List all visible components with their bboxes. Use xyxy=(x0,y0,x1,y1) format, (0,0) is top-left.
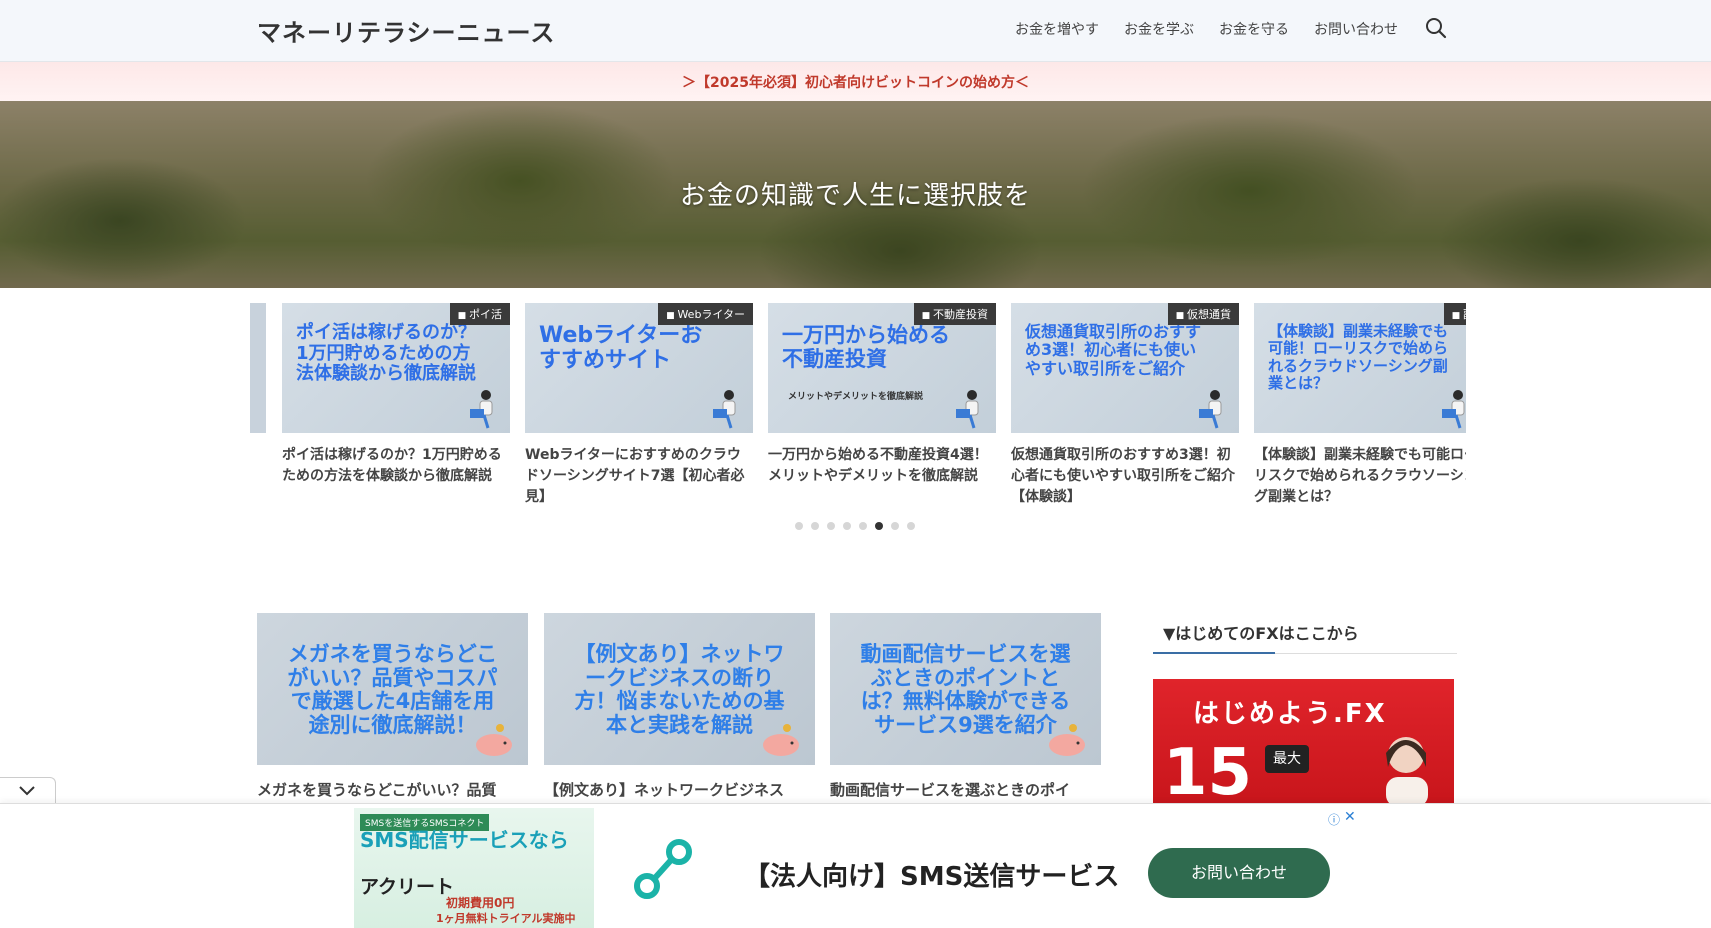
ad-container[interactable]: SMSを送信するSMSコネクト SMS配信サービスなら アクリート 初期費用0円… xyxy=(354,808,1360,928)
nav-item-increase[interactable]: お金を増やす xyxy=(1015,19,1099,39)
category-badge[interactable]: Webライター xyxy=(658,303,753,325)
post-thumbnail[interactable]: 動画配信サービスを選ぶときのポイントとは？無料体験ができるサービス9選を紹介 xyxy=(830,613,1101,765)
carousel-slide[interactable]: 一万円から始める不動産投資 メリットやデメリットを徹底解説 不動産投資 一万円か… xyxy=(768,303,996,487)
woman-portrait-icon xyxy=(1386,737,1428,807)
carousel-slide[interactable]: 仮想通貨取引所のおすすめ3選！初心者にも使いやすい取引所をご紹介 仮想通貨 仮想… xyxy=(1011,303,1239,508)
site-header: マネーリテラシーニュース お金を増やす お金を学ぶ お金を守る お問い合わせ xyxy=(0,0,1711,62)
post-title[interactable]: 【例文あり】ネットワークビジネス xyxy=(544,779,815,800)
search-icon[interactable] xyxy=(1425,17,1447,39)
person-laptop-icon xyxy=(956,390,979,429)
piggy-bank-icon xyxy=(1049,724,1085,756)
hero-banner: お金の知識で人生に選択肢を xyxy=(0,101,1711,288)
sidebar-heading-underline xyxy=(1153,652,1275,654)
carousel-dot[interactable] xyxy=(811,522,819,530)
hero-title: お金の知識で人生に選択肢を xyxy=(679,181,1031,211)
fx-banner-badge: 最大 xyxy=(1265,745,1309,773)
post-thumbnail[interactable]: 【例文あり】ネットワークビジネスの断り方！悩まないための基本と実践を解説 xyxy=(544,613,815,765)
ad-title[interactable]: 【法人向け】SMS送信サービス xyxy=(744,856,1119,893)
featured-carousel[interactable]: ポイ活は稼げるのか？1万円貯めるための方法体験談から徹底解説 ポイ活 ポイ活は稼… xyxy=(250,303,1466,513)
bottom-ad-bar: SMSを送信するSMSコネクト SMS配信サービスなら アクリート 初期費用0円… xyxy=(0,803,1711,928)
slide-thumb-subtext: メリットやデメリットを徹底解説 xyxy=(788,392,924,402)
carousel-dot[interactable] xyxy=(827,522,835,530)
carousel-slide[interactable]: ポイ活は稼げるのか？1万円貯めるための方法体験談から徹底解説 ポイ活 ポイ活は稼… xyxy=(282,303,510,487)
ad-collapse-toggle[interactable] xyxy=(0,777,56,803)
ad-image-main: SMS配信サービスなら xyxy=(360,828,569,852)
post-title[interactable]: 動画配信サービスを選ぶときのポイ xyxy=(830,779,1101,800)
person-laptop-icon xyxy=(713,390,736,429)
slide-thumbnail[interactable]: 仮想通貨取引所のおすすめ3選！初心者にも使いやすい取引所をご紹介 仮想通貨 xyxy=(1011,303,1239,433)
slide-thumb-text: 【体験談】副業未経験でも可能！ローリスクで始められるクラウドソーシング副業とは？ xyxy=(1268,322,1449,392)
carousel-dot[interactable] xyxy=(859,522,867,530)
slide-thumbnail[interactable]: 【体験談】副業未経験でも可能！ローリスクで始められるクラウドソーシング副業とは？… xyxy=(1254,303,1466,433)
carousel-pagination xyxy=(795,522,923,530)
carousel-dot[interactable] xyxy=(891,522,899,530)
slide-thumbnail[interactable]: Webライターおすすめサイト Webライター xyxy=(525,303,753,433)
ad-image-sub: アクリート xyxy=(360,876,455,898)
person-laptop-icon xyxy=(470,390,493,429)
post-card[interactable]: 動画配信サービスを選ぶときのポイントとは？無料体験ができるサービス9選を紹介 動… xyxy=(830,613,1101,800)
post-thumb-text: 動画配信サービスを選ぶときのポイントとは？無料体験ができるサービス9選を紹介 xyxy=(860,642,1071,737)
notice-link[interactable]: ＞【2025年必須】初心者向けビットコインの始め方＜ xyxy=(682,72,1029,92)
slide-title[interactable]: 【体験談】副業未経験でも可能ローリスクで始められるクラウソーシング副業とは？ xyxy=(1254,445,1466,508)
post-card[interactable]: メガネを買うならどこがいい？品質やコスパで厳選した4店舗を用途別に徹底解説！ メ… xyxy=(257,613,528,800)
notice-bar: ＞【2025年必須】初心者向けビットコインの始め方＜ xyxy=(0,62,1711,101)
post-title[interactable]: メガネを買うならどこがいい？品質 xyxy=(257,779,528,800)
slide-thumb-text: Webライターおすすめサイト xyxy=(539,323,703,374)
slide-title[interactable]: Webライターにおすすめのクラウドソーシングサイト7選【初心者必見】 xyxy=(525,445,753,508)
person-laptop-icon xyxy=(1199,390,1222,429)
fx-banner-headline: はじめよう.FX xyxy=(1193,699,1387,729)
carousel-slide[interactable]: 【体験談】副業未経験でも可能！ローリスクで始められるクラウドソーシング副業とは？… xyxy=(1254,303,1466,508)
ad-close-icon[interactable]: ✕ xyxy=(1344,809,1356,825)
piggy-bank-icon xyxy=(763,724,799,756)
slide-thumb-text: 仮想通貨取引所のおすすめ3選！初心者にも使いやすい取引所をご紹介 xyxy=(1025,322,1202,378)
carousel-dot-active[interactable] xyxy=(875,522,883,530)
carousel-dot[interactable] xyxy=(843,522,851,530)
slide-partial-left[interactable] xyxy=(250,303,266,433)
post-thumb-text: 【例文あり】ネットワークビジネスの断り方！悩まないための基本と実践を解説 xyxy=(574,642,785,737)
slide-thumbnail[interactable]: ポイ活は稼げるのか？1万円貯めるための方法体験談から徹底解説 ポイ活 xyxy=(282,303,510,433)
category-badge[interactable]: 仮想通貨 xyxy=(1167,303,1239,325)
category-badge[interactable]: 副 xyxy=(1443,303,1466,325)
ad-image[interactable]: SMSを送信するSMSコネクト SMS配信サービスなら アクリート 初期費用0円… xyxy=(354,808,594,928)
slide-title[interactable]: 仮想通貨取引所のおすすめ3選！初心者にも使いやすい取引所をご紹介【体験談】 xyxy=(1011,445,1239,508)
sidebar-heading-text: ▼はじめてのFXはここから xyxy=(1163,624,1359,643)
slide-thumb-text: 一万円から始める不動産投資 xyxy=(782,323,950,372)
carousel-dot[interactable] xyxy=(907,522,915,530)
post-card[interactable]: 【例文あり】ネットワークビジネスの断り方！悩まないための基本と実践を解説 【例文… xyxy=(544,613,815,800)
carousel-slide[interactable]: Webライターおすすめサイト Webライター Webライターにおすすめのクラウド… xyxy=(525,303,753,508)
slide-title[interactable]: ポイ活は稼げるのか？1万円貯めるための方法を体験談から徹底解説 xyxy=(282,445,510,487)
post-thumbnail[interactable]: メガネを買うならどこがいい？品質やコスパで厳選した4店舗を用途別に徹底解説！ xyxy=(257,613,528,765)
piggy-bank-icon xyxy=(476,724,512,756)
nav-item-contact[interactable]: お問い合わせ xyxy=(1314,19,1398,39)
sidebar-heading: ▼はじめてのFXはここから xyxy=(1153,620,1457,654)
ad-logo-icon xyxy=(634,839,692,899)
nav-item-learn[interactable]: お金を学ぶ xyxy=(1124,19,1194,39)
ad-info-icon[interactable]: ⓘ xyxy=(1328,811,1340,828)
carousel-dot[interactable] xyxy=(795,522,803,530)
slide-thumbnail[interactable]: 一万円から始める不動産投資 メリットやデメリットを徹底解説 不動産投資 xyxy=(768,303,996,433)
site-title[interactable]: マネーリテラシーニュース xyxy=(257,13,555,48)
ad-contact-button[interactable]: お問い合わせ xyxy=(1148,848,1330,898)
category-badge[interactable]: ポイ活 xyxy=(449,303,510,325)
fx-ad-banner[interactable]: はじめよう.FX 15 最大 xyxy=(1153,679,1454,807)
slide-thumb-text: ポイ活は稼げるのか？1万円貯めるための方法体験談から徹底解説 xyxy=(296,322,476,385)
nav-item-protect[interactable]: お金を守る xyxy=(1219,19,1289,39)
main-nav: お金を増やす お金を学ぶ お金を守る お問い合わせ xyxy=(1015,19,1423,39)
chevron-down-icon xyxy=(19,786,35,796)
category-badge[interactable]: 不動産投資 xyxy=(913,303,996,325)
ad-image-price: 初期費用0円 xyxy=(446,896,515,910)
post-thumb-text: メガネを買うならどこがいい？品質やコスパで厳選した4店舗を用途別に徹底解説！ xyxy=(287,642,498,737)
ad-image-trial: 1ヶ月無料トライアル実施中 xyxy=(436,912,576,925)
slide-title[interactable]: 一万円から始める不動産投資4選！メリットやデメリットを徹底解説 xyxy=(768,445,996,487)
person-laptop-icon xyxy=(1442,390,1465,429)
fx-banner-number: 15 xyxy=(1163,736,1253,807)
